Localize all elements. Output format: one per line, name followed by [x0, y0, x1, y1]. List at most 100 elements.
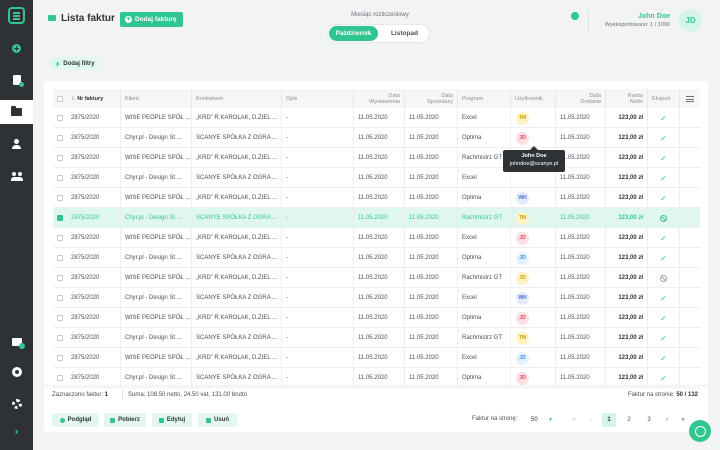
cell-export: ✓ — [647, 328, 679, 348]
cell-added-date: 11.05.2020 — [555, 208, 605, 228]
notification-icon[interactable] — [571, 12, 579, 20]
user-avatar[interactable]: JD — [516, 131, 529, 145]
avatar[interactable]: JD — [679, 9, 702, 32]
row-checkbox[interactable] — [53, 288, 67, 308]
col-program[interactable]: Program — [457, 89, 510, 108]
row-checkbox[interactable] — [53, 308, 67, 328]
col-sale-date[interactable]: Data Sprzedaży — [404, 89, 457, 108]
app-logo-icon[interactable] — [8, 7, 25, 24]
table-row[interactable]: 2875/2020 WISE PEOPLE SPÓŁ ... „KRD” R.KAR… — [53, 308, 700, 328]
row-checkbox[interactable] — [53, 328, 67, 348]
table-row[interactable]: 2875/2020 WISE PEOPLE SPÓŁ ... „KRD” R.KAR… — [53, 228, 700, 248]
add-filter-button[interactable]: + Dodaj filtry — [49, 57, 101, 70]
chat-button[interactable] — [689, 420, 711, 442]
sidebar-item-documents[interactable] — [0, 68, 33, 92]
col-export[interactable]: Eksport — [647, 89, 679, 108]
table-row[interactable]: 2875/2020 Chyr.pl - Design St ... SCANYE S… — [53, 328, 700, 348]
col-net-amount[interactable]: Kwota Netto — [605, 89, 647, 108]
cell-number: 2875/2020 — [71, 155, 100, 161]
row-checkbox[interactable] — [53, 268, 67, 288]
user-avatar[interactable]: TM — [516, 111, 529, 125]
sidebar-expand-button[interactable]: › — [0, 420, 33, 444]
table-row[interactable]: 2875/2020 Chyr.pl - Design St ... SCANYE S… — [53, 208, 700, 228]
first-page-button[interactable]: « — [567, 413, 581, 427]
cell-desc: - — [281, 208, 353, 228]
row-checkbox[interactable] — [53, 248, 67, 268]
table-row[interactable]: 2875/2020 WISE PEOPLE SPÓŁ ... „KRD” R.KAR… — [53, 108, 700, 128]
download-button[interactable]: Pobierz — [104, 413, 146, 427]
table-row[interactable]: 2875/2020 WISE PEOPLE SPÓŁ ... „KRD” R.KAR… — [53, 188, 700, 208]
user-avatar[interactable]: JD — [516, 271, 529, 285]
col-issue-date[interactable]: Data Wystawienia — [353, 89, 404, 108]
table-row[interactable]: 2875/2020 WISE PEOPLE SPÓŁ ... „KRD” R.KAR… — [53, 348, 700, 368]
user-avatar[interactable]: WH — [516, 291, 529, 305]
table-row[interactable]: 2875/2020 WISE PEOPLE SPÓŁ ... „KRD” R.KAR… — [53, 148, 700, 168]
col-user[interactable]: Użytkownik — [510, 89, 555, 108]
col-added-date[interactable]: Data Dodania — [555, 89, 605, 108]
row-checkbox[interactable] — [53, 188, 67, 208]
row-checkbox[interactable] — [53, 128, 67, 148]
cell-issue-date: 11.05.2020 — [353, 188, 404, 208]
sidebar-add-button[interactable] — [0, 36, 33, 60]
user-avatar[interactable]: JD — [516, 351, 529, 365]
row-checkbox[interactable] — [53, 168, 67, 188]
row-checkbox[interactable] — [53, 348, 67, 368]
cell-client: WISE PEOPLE SPÓŁ ... — [120, 268, 191, 288]
sidebar-item-integrations[interactable] — [0, 330, 33, 354]
page-button-1[interactable]: 1 — [602, 413, 616, 427]
edit-button[interactable]: Edytuj — [152, 413, 192, 427]
delete-button[interactable]: Usuń — [198, 413, 237, 427]
sidebar-item-user[interactable] — [0, 132, 33, 156]
user-avatar[interactable]: WH — [516, 191, 529, 205]
cell-empty — [679, 288, 700, 308]
user-name[interactable]: John Doe — [638, 13, 670, 20]
cell-issue-date: 11.05.2020 — [353, 308, 404, 328]
prev-page-button[interactable]: ‹ — [584, 413, 598, 427]
user-avatar[interactable]: JD — [516, 371, 529, 385]
select-all-checkbox[interactable] — [53, 89, 67, 108]
row-checkbox[interactable] — [53, 108, 67, 128]
row-checkbox[interactable] — [53, 208, 67, 228]
column-settings-button[interactable] — [679, 89, 700, 108]
check-icon: ✓ — [660, 133, 667, 143]
per-page-select[interactable]: 50 ▼ — [529, 414, 555, 426]
col-desc[interactable]: Opis — [281, 89, 353, 108]
row-checkbox[interactable] — [53, 228, 67, 248]
sidebar-item-help[interactable] — [0, 360, 33, 384]
user-avatar[interactable]: JD — [516, 231, 529, 245]
cell-sale-date: 11.05.2020 — [404, 168, 457, 188]
table-row[interactable]: 2875/2020 Chyr.pl - Design St ... SCANYE S… — [53, 248, 700, 268]
cell-program: Optima — [457, 188, 510, 208]
user-avatar[interactable]: TM — [516, 331, 529, 345]
user-avatar[interactable]: JD — [516, 251, 529, 265]
row-checkbox[interactable] — [53, 148, 67, 168]
page-button-3[interactable]: 3 — [642, 413, 656, 427]
table-row[interactable]: 2875/2020 WISE PEOPLE SPÓŁ ... „KRD” R.KAR… — [53, 268, 700, 288]
user-avatar[interactable]: TM — [516, 211, 529, 225]
page-button-2[interactable]: 2 — [622, 413, 636, 427]
col-number[interactable]: ⇅ Nr faktury — [67, 89, 120, 108]
sidebar-item-settings[interactable] — [0, 392, 33, 416]
sidebar-item-users[interactable] — [0, 164, 33, 188]
col-client[interactable]: Klient — [120, 89, 191, 108]
cell-desc: - — [281, 348, 353, 368]
divider — [44, 385, 708, 386]
cell-user: JD — [510, 308, 555, 328]
next-page-button[interactable]: › — [660, 413, 674, 427]
last-page-button[interactable]: » — [676, 413, 690, 427]
month-option-november[interactable]: Listopad — [380, 26, 429, 41]
table-row[interactable]: 2875/2020 Chyr.pl - Design St ... SCANYE S… — [53, 128, 700, 148]
table-row[interactable]: 2875/2020 Chyr.pl - Design St ... SCANYE S… — [53, 288, 700, 308]
month-option-october[interactable]: Październik — [329, 26, 378, 41]
preview-button[interactable]: Podgląd — [52, 413, 99, 427]
cell-issue-date: 11.05.2020 — [353, 268, 404, 288]
cell-export: ✓ — [647, 108, 679, 128]
user-avatar[interactable]: JD — [516, 311, 529, 325]
cell-net-amount: 123,00 zł — [605, 348, 647, 368]
cell-sale-date: 11.05.2020 — [404, 288, 457, 308]
add-invoice-button[interactable]: + Dodaj fakturę — [120, 12, 183, 27]
cell-sale-date: 11.05.2020 — [404, 208, 457, 228]
col-contractor[interactable]: Kontrahent — [191, 89, 281, 108]
table-row[interactable]: 2875/2020 Chyr.pl - Design St ... SCANYE S… — [53, 168, 700, 188]
sidebar-item-invoices[interactable] — [0, 100, 33, 124]
